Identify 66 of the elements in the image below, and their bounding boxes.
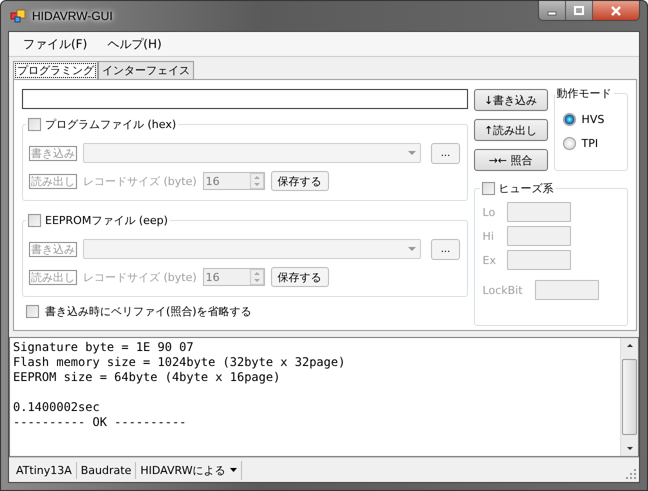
field-label: レコードサイズ (byte) — [83, 270, 197, 284]
spin-arrows-icon — [250, 269, 264, 285]
status-dropdown[interactable]: HIDAVRWによる — [136, 460, 242, 480]
close-icon — [610, 6, 622, 16]
action-button[interactable]: ↑読み出し — [474, 119, 548, 141]
group-title: プログラムファイル (hex) — [45, 117, 176, 132]
log-line: EEPROM size = 64byte (4byte x 16page) — [13, 370, 282, 385]
maximize-icon — [573, 6, 585, 16]
resize-grip-icon — [626, 469, 636, 479]
scroll-thumb[interactable] — [622, 359, 637, 435]
menu-item[interactable]: ヘルプ(H) — [107, 36, 162, 52]
radio-button[interactable] — [562, 112, 576, 126]
file-dropdown[interactable] — [83, 239, 421, 259]
scrollbar[interactable] — [620, 338, 638, 456]
radio-label: HVS — [582, 112, 604, 126]
group-title: EEPROMファイル (eep) — [45, 213, 168, 228]
group-title: 動作モード — [556, 86, 613, 101]
radio-button[interactable] — [562, 136, 576, 150]
record-size-spinner[interactable]: 16 — [202, 172, 265, 190]
radio-label: TPI — [582, 136, 598, 150]
file-dropdown[interactable] — [83, 143, 421, 163]
close-button[interactable] — [593, 1, 639, 20]
group-title: ヒューズ系 — [498, 181, 554, 196]
tab[interactable]: インターフェイス — [98, 61, 194, 79]
field-label: 書き込み — [29, 146, 77, 160]
fuse-field[interactable] — [506, 250, 571, 270]
log-line: 0.1400002sec — [13, 400, 101, 415]
status-label: ATtiny13A — [12, 462, 77, 478]
checkbox[interactable] — [26, 305, 39, 318]
menu-item[interactable]: ファイル(F) — [23, 36, 88, 52]
fuse-field[interactable] — [534, 280, 599, 300]
field-label: Ex — [482, 254, 496, 266]
caret-icon — [408, 151, 416, 155]
spin-arrows-icon — [250, 173, 264, 189]
field-label: 書き込み — [29, 242, 77, 256]
minimize-button[interactable] — [539, 1, 566, 20]
field-label: LockBit — [482, 284, 523, 296]
field-label: Lo — [482, 206, 496, 218]
record-size-spinner[interactable]: 16 — [202, 268, 265, 286]
file-path-field[interactable] — [22, 89, 468, 109]
caret-icon — [408, 247, 416, 251]
tab[interactable]: プログラミング — [13, 61, 98, 80]
browse-button[interactable]: ... — [431, 238, 460, 260]
app-icon — [10, 8, 26, 24]
action-button[interactable]: →← 照合 — [474, 149, 548, 171]
checkbox[interactable] — [482, 182, 495, 195]
maximize-button[interactable] — [566, 1, 593, 20]
field-label: Hi — [482, 230, 494, 242]
status-label: Baudrate — [76, 462, 136, 478]
fuse-field[interactable] — [506, 202, 571, 222]
field-label: 読み出し — [29, 270, 77, 284]
log-line: Flash memory size = 1024byte (32byte x 32page) — [13, 355, 346, 370]
save-button[interactable]: 保存する — [270, 171, 329, 191]
window-title: HIDAVRW-GUI — [32, 9, 113, 23]
caret-icon — [230, 468, 237, 472]
log-line: Signature byte = 1E 90 07 — [13, 340, 195, 355]
field-label: レコードサイズ (byte) — [83, 174, 197, 188]
checkbox[interactable] — [28, 118, 41, 131]
field-label: 読み出し — [29, 174, 77, 188]
action-button[interactable]: ↓書き込み — [474, 89, 548, 111]
checkbox-label: 書き込み時にベリファイ(照合)を省略する — [45, 304, 252, 319]
checkbox[interactable] — [28, 214, 41, 227]
browse-button[interactable]: ... — [431, 142, 460, 164]
fuse-field[interactable] — [506, 226, 571, 246]
save-button[interactable]: 保存する — [270, 267, 329, 287]
log-line: ---------- OK ---------- — [13, 415, 188, 430]
